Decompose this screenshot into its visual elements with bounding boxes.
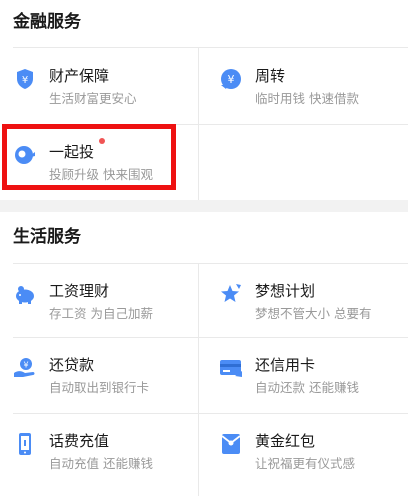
red-envelope-icon [219, 432, 243, 456]
shield-icon: ¥ [13, 67, 37, 91]
item-title: 话费充值 [49, 432, 110, 450]
item-subtitle: 自动还款 还能赚钱 [255, 380, 359, 395]
highlight-box [2, 124, 176, 190]
loan-hand-icon: ¥ [13, 356, 37, 380]
life-section-title: 生活服务 [13, 227, 81, 247]
star-pen-icon [219, 282, 243, 306]
item-subtitle: 生活财富更安心 [49, 91, 137, 106]
life-item-dream-plan[interactable]: 梦想计划 梦想不管大小 总要有 [219, 280, 408, 352]
svg-text:¥: ¥ [23, 361, 28, 370]
item-subtitle: 临时用钱 快速借款 [255, 91, 359, 106]
life-item-phone-recharge[interactable]: 话费充值 自动充值 还能赚钱 [13, 430, 203, 496]
item-title: 还信用卡 [255, 356, 316, 374]
item-subtitle: 让祝福更有仪式感 [255, 456, 356, 471]
phone-icon [13, 432, 37, 456]
divider [13, 47, 408, 48]
item-subtitle: 自动取出到银行卡 [49, 380, 150, 395]
item-subtitle: 梦想不管大小 总要有 [255, 306, 372, 321]
finance-item-turnover[interactable]: ¥ 周转 临时用钱 快速借款 [219, 65, 408, 137]
svg-text:¥: ¥ [228, 73, 235, 86]
finance-section: 金融服务 ¥ 财产保障 生活财富更安心 ¥ 周转 临时用钱 快速借款 一起投 投… [0, 0, 408, 200]
item-title: 黄金红包 [255, 432, 316, 450]
credit-card-icon [219, 356, 243, 380]
services-page: 金融服务 ¥ 财产保障 生活财富更安心 ¥ 周转 临时用钱 快速借款 一起投 投… [0, 0, 408, 496]
svg-text:¥: ¥ [22, 75, 28, 86]
life-item-repay-loan[interactable]: ¥ 还贷款 自动取出到银行卡 [13, 354, 203, 426]
item-title: 周转 [255, 67, 286, 85]
item-title: 还贷款 [49, 356, 95, 374]
item-title: 工资理财 [49, 282, 110, 300]
yuan-coin-icon: ¥ [219, 67, 243, 91]
item-title: 梦想计划 [255, 282, 316, 300]
divider [13, 263, 408, 264]
life-item-repay-credit-card[interactable]: 还信用卡 自动还款 还能赚钱 [219, 354, 408, 426]
item-subtitle: 自动充值 还能赚钱 [49, 456, 153, 471]
life-section: 生活服务 工资理财 存工资 为自己加薪 梦想计划 梦想不管大小 总要有 ¥ 还贷… [0, 212, 408, 496]
life-item-salary-finance[interactable]: 工资理财 存工资 为自己加薪 [13, 280, 203, 352]
finance-section-title: 金融服务 [13, 12, 81, 32]
item-title: 财产保障 [49, 67, 110, 85]
life-item-gold-red-envelope[interactable]: 黄金红包 让祝福更有仪式感 [219, 430, 408, 496]
item-subtitle: 存工资 为自己加薪 [49, 306, 153, 321]
piggy-bank-icon [13, 282, 37, 306]
